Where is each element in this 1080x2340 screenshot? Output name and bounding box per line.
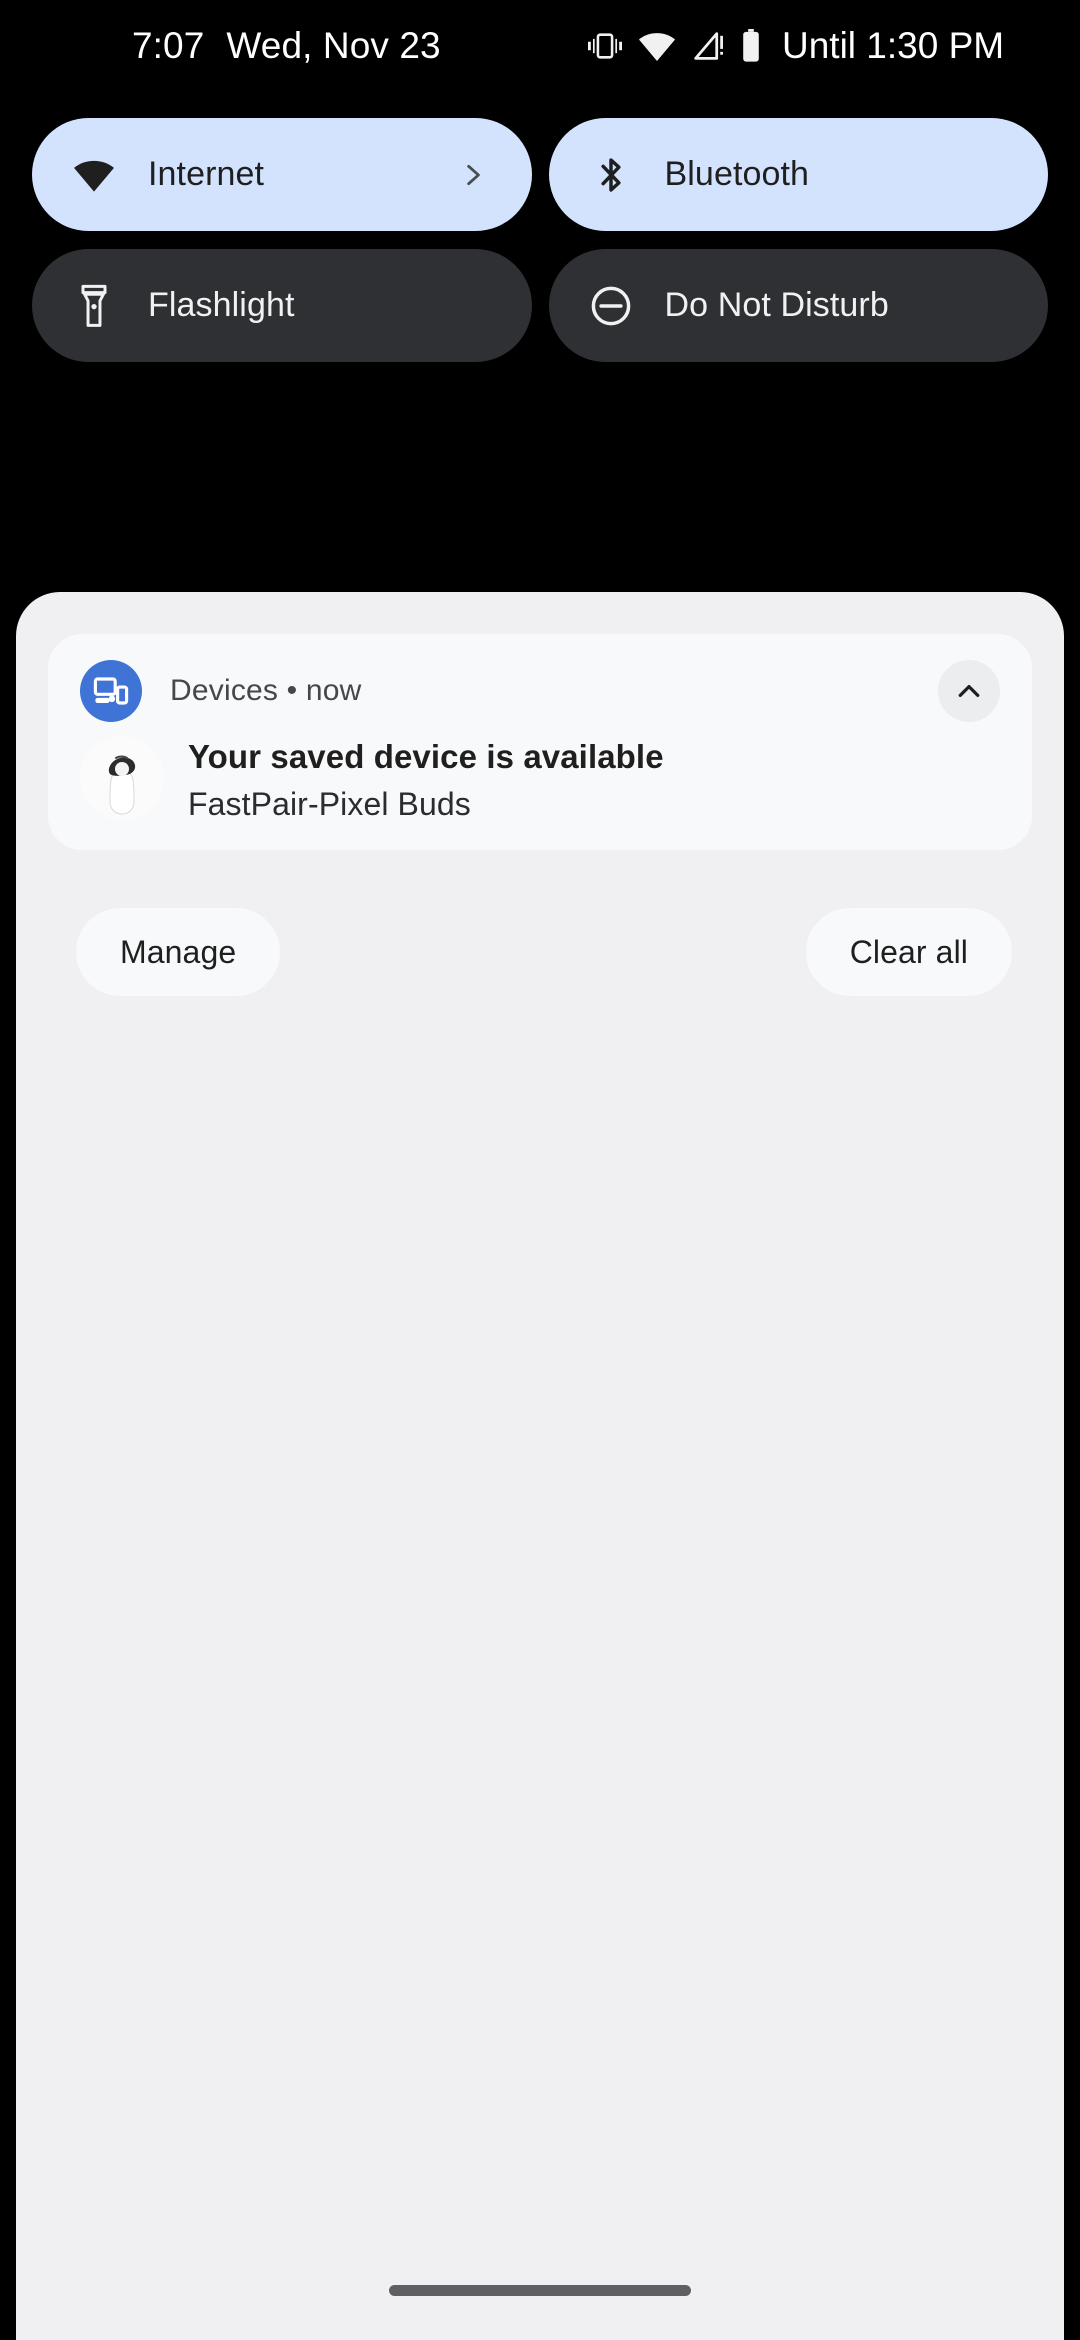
wifi-icon xyxy=(72,153,116,197)
qs-tile-do-not-disturb[interactable]: Do Not Disturb xyxy=(548,249,1048,362)
qs-tile-label: Flashlight xyxy=(148,286,295,324)
qs-tile-label: Bluetooth xyxy=(664,155,810,193)
notification-app-meta: Devices • now xyxy=(170,674,362,707)
quick-settings-tiles: Internet Bluetooth Flashlight Do Not Dis… xyxy=(0,118,1080,380)
qs-tile-internet[interactable]: Internet xyxy=(32,118,532,231)
qs-tile-bluetooth[interactable]: Bluetooth xyxy=(548,118,1048,231)
status-bar-left: 7:07 Wed, Nov 23 xyxy=(132,25,441,67)
notification-body: Your saved device is available FastPair-… xyxy=(80,734,1000,826)
manage-button[interactable]: Manage xyxy=(76,908,281,996)
home-indicator[interactable] xyxy=(389,2285,691,2296)
notification-text-block: Your saved device is available FastPair-… xyxy=(188,734,664,826)
qs-tile-flashlight[interactable]: Flashlight xyxy=(32,249,532,362)
do-not-disturb-icon xyxy=(589,284,633,328)
flashlight-icon xyxy=(72,284,116,328)
qs-tile-label: Do Not Disturb xyxy=(664,286,889,324)
notification-title: Your saved device is available xyxy=(188,738,664,775)
pixel-buds-earbud-image xyxy=(80,736,164,820)
no-signal-icon xyxy=(694,32,723,60)
chevron-up-icon[interactable] xyxy=(938,660,1000,722)
devices-icon xyxy=(80,660,142,722)
quick-settings-row-2: Flashlight Do Not Disturb xyxy=(0,249,1080,362)
status-bar-clock: 7:07 xyxy=(132,25,205,66)
chevron-right-icon[interactable] xyxy=(460,162,486,188)
clear-all-button[interactable]: Clear all xyxy=(805,908,1012,996)
qs-tile-label: Internet xyxy=(148,155,265,193)
status-bar-right: Until 1:30 PM xyxy=(588,25,1004,67)
notification-card-devices[interactable]: Devices • now Your saved device is avail… xyxy=(48,634,1032,850)
notification-subtitle: FastPair-Pixel Buds xyxy=(188,786,471,822)
android-quick-settings-screen: 7:07 Wed, Nov 23 Until 1:30 PM Internet … xyxy=(0,0,1080,2340)
status-bar: 7:07 Wed, Nov 23 Until 1:30 PM xyxy=(0,0,1080,92)
battery-icon xyxy=(743,29,759,62)
vibrate-icon xyxy=(588,33,622,59)
notification-header: Devices • now xyxy=(80,660,1000,722)
wifi-icon xyxy=(638,33,676,62)
status-bar-date: Wed, Nov 23 xyxy=(226,25,441,66)
battery-estimate-label: Until 1:30 PM xyxy=(782,25,1005,66)
notification-shade-panel: Devices • now Your saved device is avail… xyxy=(16,592,1064,2340)
notification-footer: Manage Clear all xyxy=(76,908,1012,996)
bluetooth-icon xyxy=(589,153,633,197)
quick-settings-row-1: Internet Bluetooth xyxy=(0,118,1080,231)
